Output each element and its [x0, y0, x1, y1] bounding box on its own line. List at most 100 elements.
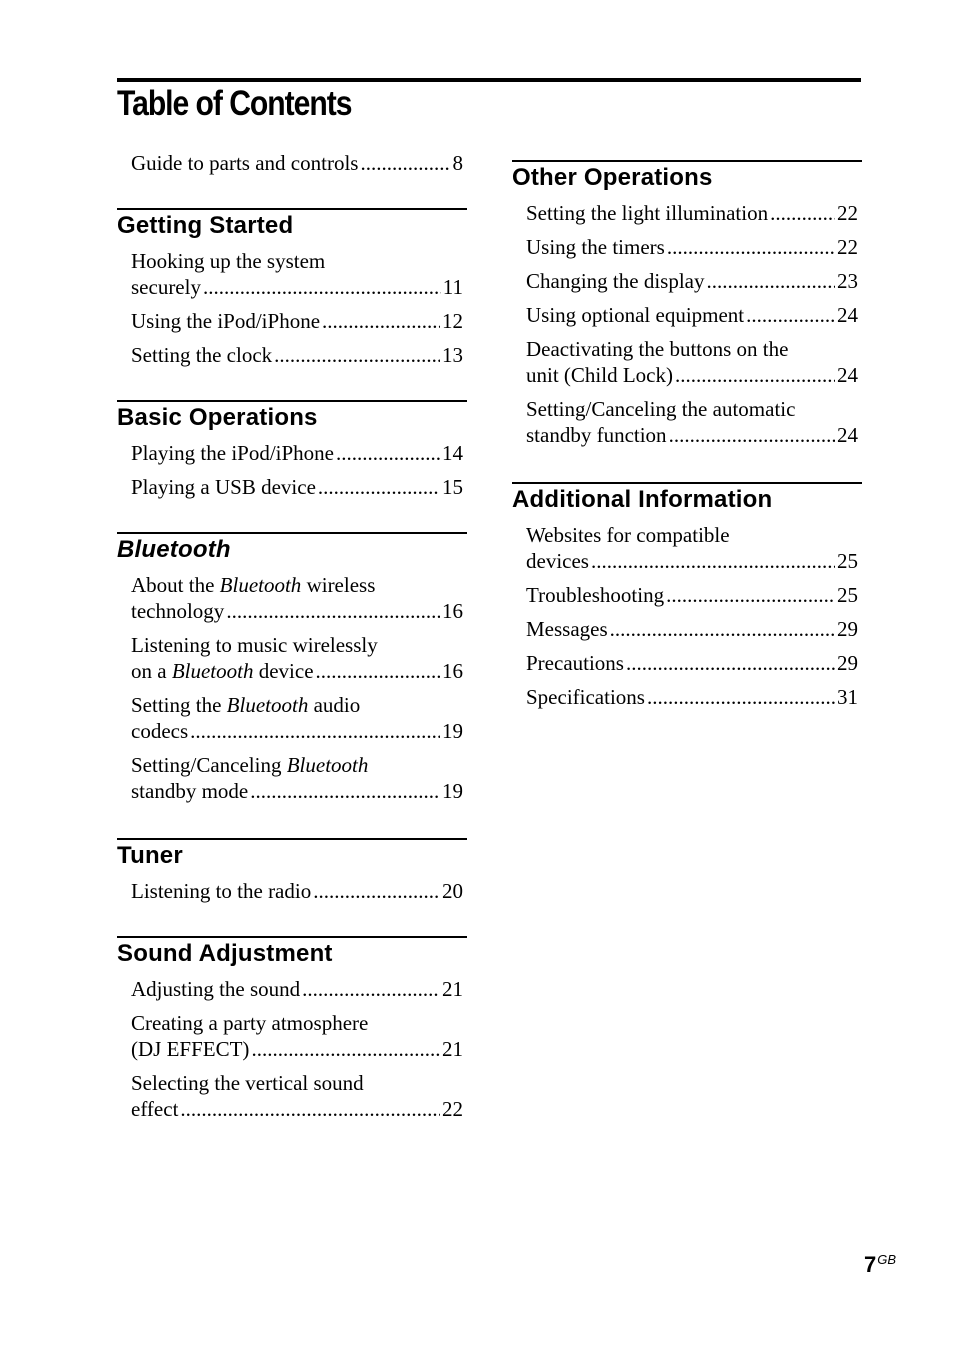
entry-title: Messages: [526, 617, 608, 641]
dot-leader: [666, 582, 835, 608]
section-heading: Bluetooth: [117, 536, 231, 563]
text-fragment: About the: [131, 573, 220, 597]
entry-title-line1: Listening to music wirelessly: [131, 633, 378, 657]
toc-entry[interactable]: Playing the iPod/iPhone 14: [131, 440, 463, 466]
entry-title: Guide to parts and controls: [131, 151, 359, 175]
toc-entry[interactable]: Messages 29: [526, 616, 858, 642]
toc-entry[interactable]: About the Bluetooth wirelesstechnology16: [131, 572, 463, 624]
dot-leader: [770, 200, 835, 226]
toc-entry[interactable]: Adjusting the sound 21: [131, 976, 463, 1002]
entry-page: 21: [442, 1037, 463, 1061]
dot-leader: [302, 976, 440, 1002]
toc-entry[interactable]: Listening to the radio 20: [131, 878, 463, 904]
dot-leader: [190, 718, 440, 744]
entry-page: 21: [442, 977, 463, 1001]
italic-term: Bluetooth: [171, 659, 254, 683]
entry-page: 24: [837, 303, 858, 327]
section-heading: Basic Operations: [117, 404, 318, 431]
dot-leader: [746, 302, 835, 328]
toc-entry[interactable]: Setting the Bluetooth audiocodecs19: [131, 692, 463, 744]
dot-leader: [250, 778, 440, 804]
entry-page: 19: [442, 779, 463, 803]
entry-list: About the Bluetooth wirelesstechnology16…: [131, 572, 463, 804]
toc-entry[interactable]: Using the iPod/iPhone 12: [131, 308, 463, 334]
entry-title: Troubleshooting: [526, 583, 665, 607]
text-fragment: Setting/Canceling: [131, 753, 287, 777]
entry-title-line1: Setting the Bluetooth audio: [131, 692, 463, 718]
title-rule: [117, 78, 861, 82]
entry-title: Playing the iPod/iPhone: [131, 441, 335, 465]
entry-title: Precautions: [526, 651, 624, 675]
entry-title: standby mode: [131, 779, 249, 803]
entry-title: Using the timers: [526, 235, 665, 259]
entry-page: 20: [442, 879, 463, 903]
page-title: Table of Contents: [117, 84, 352, 123]
toc-entry[interactable]: Deactivating the buttons on the unit (Chi…: [526, 336, 858, 388]
entry-title-line1: Setting/Canceling the automatic: [526, 397, 796, 421]
toc-entry-intro[interactable]: Guide to parts and controls 8: [131, 150, 463, 176]
entry-page: 25: [837, 583, 858, 607]
toc-entry[interactable]: Selecting the vertical soundeffect 22: [131, 1070, 463, 1122]
section-basic-operations: Basic Operations Playing the iPod/iPhone 1…: [117, 400, 467, 500]
entry-title: devices: [526, 549, 589, 573]
toc-entry[interactable]: Hooking up the systemsecurely 11: [131, 248, 463, 300]
section-additional-information: Additional Information Websites for compa…: [512, 482, 862, 710]
section-rule: [117, 936, 467, 938]
toc-entry[interactable]: Setting the light illumination 22: [526, 200, 858, 226]
toc-entry[interactable]: Setting/Canceling the automatic standby f…: [526, 396, 858, 448]
dot-leader: [706, 268, 835, 294]
entry-page: 24: [837, 423, 858, 447]
section-other-operations: Other Operations Setting the light illumi…: [512, 160, 862, 448]
dot-leader: [610, 616, 835, 642]
section-rule: [117, 532, 467, 534]
text-fragment: wireless: [301, 573, 376, 597]
entry-title: Using the iPod/iPhone: [131, 309, 321, 333]
toc-entry[interactable]: Using optional equipment 24: [526, 302, 858, 328]
entry-title-line1: About the Bluetooth wireless: [131, 572, 463, 598]
toc-entry[interactable]: Specifications 31: [526, 684, 858, 710]
toc-entry[interactable]: Troubleshooting 25: [526, 582, 858, 608]
entry-title: effect: [131, 1097, 179, 1121]
entry-page: 8: [452, 151, 464, 175]
entry-title: codecs: [131, 719, 189, 743]
entry-page: 14: [442, 441, 463, 465]
italic-term: Bluetooth: [286, 753, 369, 777]
section-rule: [117, 400, 467, 402]
page-number-suffix: GB: [877, 1252, 897, 1267]
toc-entry[interactable]: Changing the display 23: [526, 268, 858, 294]
entry-title-line1: Selecting the vertical sound: [131, 1071, 364, 1095]
toc-entry[interactable]: Setting/Canceling Bluetooth standby mode 1…: [131, 752, 463, 804]
toc-entry[interactable]: Playing a USB device 15: [131, 474, 463, 500]
entry-title: Listening to the radio: [131, 879, 312, 903]
dot-leader: [360, 150, 450, 176]
toc-entry[interactable]: Creating a party atmosphere(DJ EFFECT) 21: [131, 1010, 463, 1062]
section-heading: Other Operations: [512, 164, 713, 191]
entry-list: Adjusting the sound21Creating a party at…: [131, 976, 463, 1122]
toc-entry[interactable]: Websites for compatibledevices 25: [526, 522, 858, 574]
section-rule: [512, 482, 862, 484]
dot-leader: [203, 274, 441, 300]
dot-leader: [626, 650, 835, 676]
section-heading: Tuner: [117, 842, 183, 869]
dot-leader: [667, 234, 835, 260]
section-rule: [117, 208, 467, 210]
toc-entry[interactable]: Using the timers 22: [526, 234, 858, 260]
entry-page: 29: [837, 651, 858, 675]
entry-title: Using optional equipment: [526, 303, 745, 327]
toc-entry[interactable]: Setting the clock 13: [131, 342, 463, 368]
entry-page: 29: [837, 617, 858, 641]
entry-page: 13: [442, 343, 463, 367]
entry-list: Hooking up the systemsecurely 11 Using the…: [131, 248, 463, 368]
dot-leader: [322, 308, 440, 334]
toc-entry[interactable]: Precautions 29: [526, 650, 858, 676]
entry-page: 16: [442, 659, 463, 683]
toc-entry[interactable]: Listening to music wirelessly on a Blueto…: [131, 632, 463, 684]
entry-list: Websites for compatibledevices25 Troubles…: [526, 522, 858, 710]
section-rule: [512, 160, 862, 162]
italic-term: Bluetooth: [226, 693, 309, 717]
entry-title: (DJ EFFECT): [131, 1037, 250, 1061]
section-getting-started: Getting Started Hooking up the system secu…: [117, 208, 467, 368]
entry-title-line1: Hooking up the system: [131, 249, 326, 273]
entry-list: Listening to the radio 20: [131, 878, 463, 904]
entry-page: 22: [442, 1097, 463, 1121]
